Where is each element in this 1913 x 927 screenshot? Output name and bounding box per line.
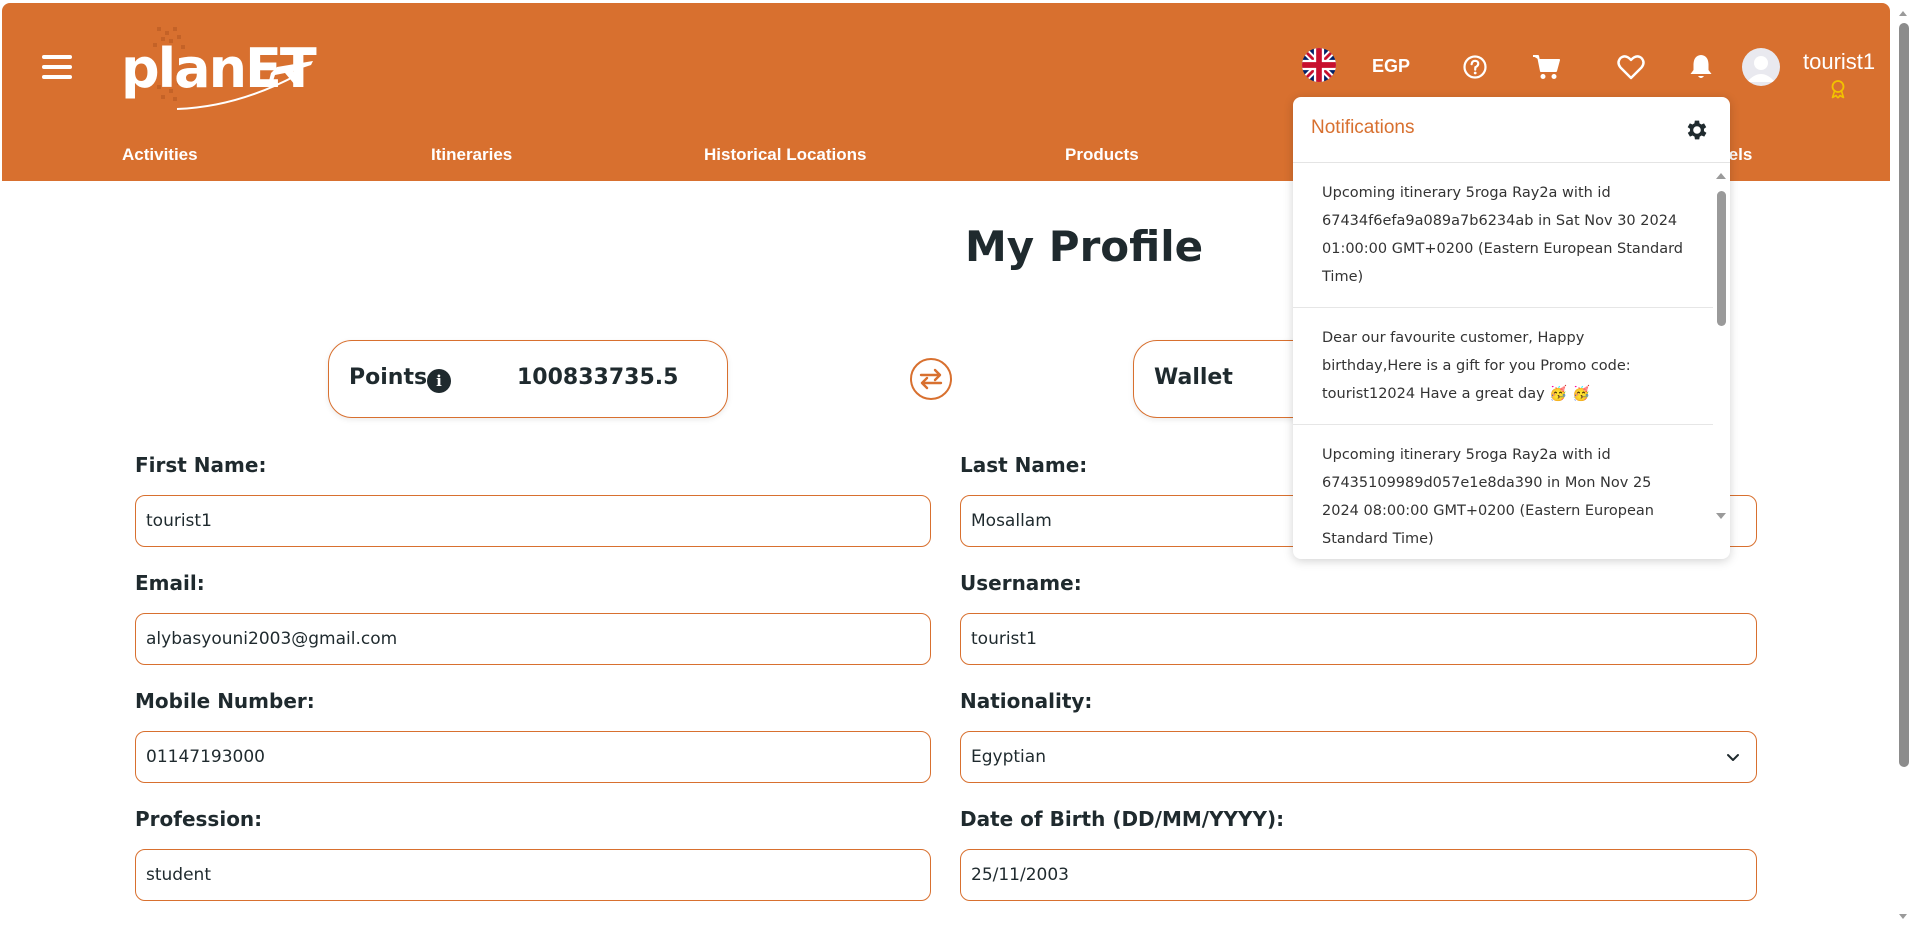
username-field-label: Username:	[960, 571, 1082, 595]
notifications-scrollbar[interactable]	[1714, 169, 1728, 553]
nav-products[interactable]: Products	[1065, 145, 1139, 165]
uk-flag-icon[interactable]	[1302, 48, 1336, 82]
wallet-label: Wallet	[1154, 365, 1233, 390]
notifications-dropdown: Notifications Upcoming itinerary 5roga R…	[1293, 97, 1730, 559]
page-scroll-thumb[interactable]	[1899, 23, 1909, 767]
nav-activities[interactable]: Activities	[122, 145, 198, 165]
logo-text: planET	[121, 37, 317, 100]
dob-label: Date of Birth (DD/MM/YYYY):	[960, 807, 1285, 831]
nav-itineraries[interactable]: Itineraries	[431, 145, 512, 165]
avatar-icon	[1747, 56, 1775, 82]
nationality-value: Egyptian	[971, 747, 1046, 767]
profession-input[interactable]: student	[135, 849, 931, 901]
help-icon[interactable]	[1459, 51, 1491, 83]
award-icon	[1828, 79, 1848, 103]
currency-selector[interactable]: EGP	[1372, 56, 1410, 96]
points-card: Points i 100833735.5	[328, 340, 728, 418]
page-title: My Profile	[965, 222, 1204, 271]
page-scrollbar[interactable]	[1896, 8, 1910, 923]
page-scroll-up-icon[interactable]	[1896, 8, 1910, 18]
dob-input[interactable]: 25/11/2003	[960, 849, 1757, 901]
heart-icon[interactable]	[1615, 51, 1647, 83]
scroll-up-icon[interactable]	[1714, 171, 1728, 181]
chevron-down-icon	[1726, 749, 1740, 769]
nationality-select[interactable]: Egyptian	[960, 731, 1757, 783]
points-value: 100833735.5	[517, 365, 679, 390]
notifications-scroll-thumb[interactable]	[1717, 191, 1726, 326]
menu-icon[interactable]	[42, 55, 72, 79]
info-icon[interactable]: i	[427, 369, 451, 393]
notifications-list[interactable]: Upcoming itinerary 5roga Ray2a with id 6…	[1293, 163, 1713, 559]
username-input[interactable]: tourist1	[960, 613, 1757, 665]
notifications-title: Notifications	[1311, 117, 1415, 138]
page-scroll-down-icon[interactable]	[1896, 912, 1910, 922]
profession-label: Profession:	[135, 807, 263, 831]
notification-item[interactable]: Upcoming itinerary 5roga Ray2a with id 6…	[1293, 163, 1713, 308]
email-label: Email:	[135, 571, 205, 595]
swap-icon[interactable]	[910, 358, 952, 400]
mobile-input[interactable]: 01147193000	[135, 731, 931, 783]
notification-item[interactable]: Dear our favourite customer, Happy birth…	[1293, 308, 1713, 425]
avatar[interactable]	[1742, 48, 1780, 86]
notifications-header: Notifications	[1293, 97, 1730, 163]
email-input[interactable]: alybasyouni2003@gmail.com	[135, 613, 931, 665]
nav-historical-locations[interactable]: Historical Locations	[704, 145, 866, 165]
bell-icon[interactable]	[1685, 51, 1717, 83]
username-label[interactable]: tourist1	[1803, 49, 1875, 75]
logo[interactable]: planET	[117, 23, 317, 113]
gear-icon[interactable]	[1684, 117, 1710, 147]
nationality-label: Nationality:	[960, 689, 1093, 713]
first-name-input[interactable]: tourist1	[135, 495, 931, 547]
points-label: Points	[349, 365, 428, 390]
notification-item[interactable]: Upcoming itinerary 5roga Ray2a with id 6…	[1293, 425, 1713, 559]
cart-icon[interactable]	[1530, 51, 1562, 83]
last-name-label: Last Name:	[960, 453, 1088, 477]
first-name-label: First Name:	[135, 453, 267, 477]
scroll-down-icon[interactable]	[1714, 511, 1728, 521]
mobile-label: Mobile Number:	[135, 689, 315, 713]
